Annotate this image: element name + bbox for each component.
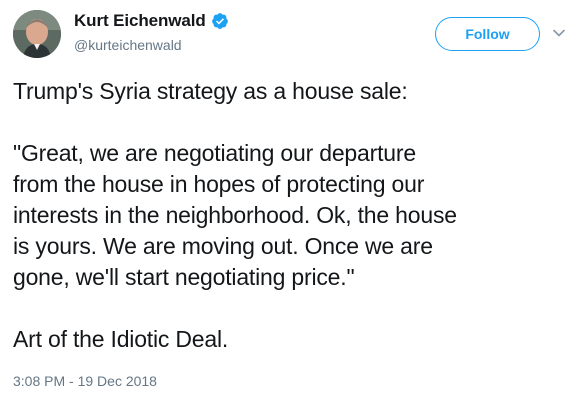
verified-badge-icon bbox=[211, 13, 228, 29]
avatar[interactable] bbox=[13, 10, 61, 58]
author-handle[interactable]: @kurteichenwald bbox=[74, 37, 182, 53]
tweet-paragraph: Art of the Idiotic Deal. bbox=[13, 326, 229, 352]
author-display-name[interactable]: Kurt Eichenwald bbox=[74, 11, 206, 31]
tweet-paragraph: "Great, we are negotiating our departure… bbox=[13, 140, 457, 290]
chevron-down-icon[interactable] bbox=[552, 26, 566, 40]
avatar-photo bbox=[13, 10, 61, 58]
tweet-timestamp[interactable]: 3:08 PM - 19 Dec 2018 bbox=[13, 373, 157, 389]
tweet-text: Trump's Syria strategy as a house sale: … bbox=[13, 76, 573, 386]
tweet-card: Kurt Eichenwald @kurteichenwald Follow T… bbox=[0, 0, 583, 406]
follow-button[interactable]: Follow bbox=[435, 17, 540, 51]
author-name-row: Kurt Eichenwald bbox=[74, 11, 229, 31]
tweet-paragraph: Trump's Syria strategy as a house sale: bbox=[13, 78, 408, 104]
